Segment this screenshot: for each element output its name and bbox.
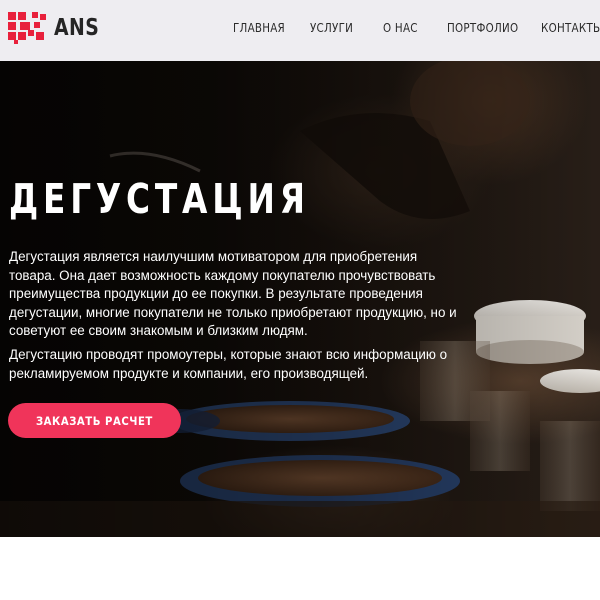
site-header: ANS ГЛАВНАЯ УСЛУГИ О НАС ПОРТФОЛИО КОНТА… [0, 0, 600, 61]
page-title: ДЕГУСТАЦИЯ [9, 175, 310, 223]
nav-item-contacts[interactable]: КОНТАКТЫ [541, 21, 600, 39]
hero-paragraph-1: Дегустация является наилучшим мотиваторо… [9, 249, 457, 339]
nav-item-about[interactable]: О НАС [383, 21, 418, 39]
nav-item-home[interactable]: ГЛАВНАЯ [233, 21, 285, 39]
nav-item-portfolio[interactable]: ПОРТФОЛИО [447, 21, 518, 39]
hero-paragraph-2: Дегустацию проводят промоутеры, которые … [9, 347, 448, 381]
nav-item-services[interactable]: УСЛУГИ [310, 21, 353, 39]
order-calculation-button[interactable]: ЗАКАЗАТЬ РАСЧЕТ [8, 403, 181, 438]
order-calculation-button-label: ЗАКАЗАТЬ РАСЧЕТ [36, 413, 153, 428]
main-nav: ГЛАВНАЯ УСЛУГИ О НАС ПОРТФОЛИО КОНТАКТЫ [0, 21, 600, 39]
hero-section: ДЕГУСТАЦИЯ Дегустация является наилучшим… [0, 61, 600, 537]
